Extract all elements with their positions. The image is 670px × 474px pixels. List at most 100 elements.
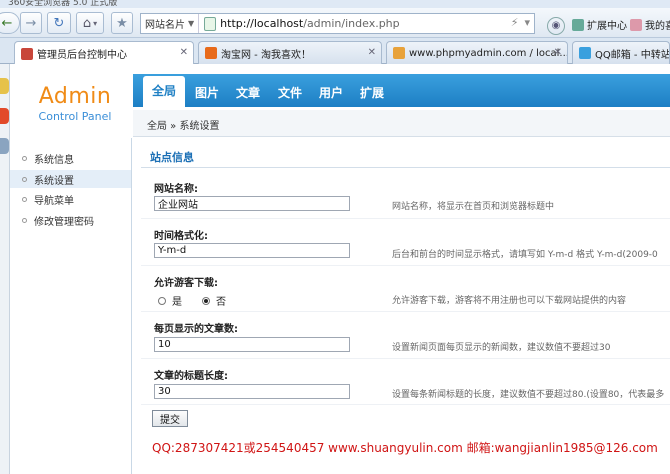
- bullet-icon: [22, 155, 27, 161]
- chevron-down-icon: ▼: [188, 19, 195, 28]
- sidebar-app-icon[interactable]: [0, 138, 9, 154]
- page-icon: [204, 16, 217, 31]
- tab-qqmail[interactable]: QQ邮箱 - 中转站: [572, 41, 670, 64]
- shield-icon: ◉: [551, 20, 561, 31]
- tab-phpmyadmin[interactable]: www.phpmyadmin.com / local... ✕: [386, 41, 568, 64]
- favorite-button[interactable]: ★: [111, 12, 133, 34]
- sidebar-item-label: 系统设置: [34, 175, 74, 187]
- refresh-icon: ↻: [53, 15, 65, 31]
- site-card-label: 网站名片: [145, 20, 185, 31]
- sidebar-item-change-password[interactable]: 修改管理密码: [10, 211, 131, 229]
- taobao-favicon: [205, 47, 217, 59]
- time-format-hint: 后台和前台的时间显示格式，请填写如 Y-m-d 格式 Y-m-d(2009-0: [392, 250, 658, 260]
- site-name-label: 网站名称:: [154, 184, 198, 195]
- my-favorites-label: 我的喜欢: [645, 21, 670, 32]
- close-icon[interactable]: ✕: [180, 47, 188, 58]
- refresh-button[interactable]: ↻: [47, 12, 71, 34]
- close-icon[interactable]: ✕: [554, 47, 562, 58]
- site-card-dropdown[interactable]: 网站名片 ▼: [141, 14, 200, 33]
- breadcrumb-text: 全局 » 系统设置: [147, 121, 220, 132]
- sidebar-item-nav-menu[interactable]: 导航菜单: [10, 190, 131, 208]
- forward-arrow-icon: →: [25, 15, 37, 31]
- admin-nav: 全局 图片 文章 文件 用户 扩展: [133, 74, 670, 107]
- title-length-label: 文章的标题长度:: [154, 371, 228, 382]
- allow-guest-radio-group: 是 否: [158, 293, 226, 308]
- tab-label: 管理员后台控制中心: [37, 50, 127, 61]
- divider: [141, 404, 670, 405]
- admin-sidebar: 系统信息 系统设置 导航菜单 修改管理密码: [10, 138, 132, 474]
- nav-extensions[interactable]: 扩展: [360, 84, 384, 101]
- logo-subtitle: Control Panel: [38, 110, 112, 123]
- title-length-hint: 设置每条新闻标题的长度，建议数值不要超过80.(设置80，代表最多: [392, 390, 665, 400]
- sidebar-item-label: 修改管理密码: [34, 216, 94, 228]
- sidebar-app-icon[interactable]: [0, 108, 9, 124]
- tab-taobao[interactable]: 淘宝网 - 淘我喜欢！ ✕: [198, 41, 382, 64]
- window-title: 360安全浏览器 5.0 正式版: [8, 0, 118, 8]
- lightning-icon[interactable]: ⚡: [511, 16, 519, 29]
- breadcrumb: 全局 » 系统设置: [133, 110, 670, 137]
- section-title: 站点信息: [150, 151, 194, 164]
- close-icon[interactable]: ✕: [368, 47, 376, 58]
- home-button[interactable]: ⌂ ▾: [76, 12, 104, 34]
- divider: [141, 265, 670, 266]
- admin-header: Admin Control Panel 全局 图片 文章 文件 用户 扩展 全局…: [10, 64, 670, 138]
- address-bar[interactable]: 网站名片 ▼ http://localhost/admin/index.php ⚡…: [140, 13, 535, 34]
- sidebar-item-system-info[interactable]: 系统信息: [10, 149, 131, 167]
- per-page-input[interactable]: [154, 337, 350, 352]
- browser-side-rail: [0, 64, 10, 474]
- heart-icon: [630, 18, 642, 31]
- bullet-icon: [22, 217, 27, 223]
- tab-label: www.phpmyadmin.com / local...: [409, 47, 568, 59]
- sidebar-item-system-settings[interactable]: 系统设置: [10, 170, 131, 188]
- tab-bar: 管理员后台控制中心 ✕ 淘宝网 - 淘我喜欢！ ✕ www.phpmyadmin…: [0, 38, 670, 65]
- extension-center-label: 扩展中心: [587, 21, 627, 32]
- guest-no-radio[interactable]: [202, 296, 210, 305]
- nav-users[interactable]: 用户: [319, 84, 343, 101]
- time-format-label: 时间格式化:: [154, 231, 208, 242]
- site-name-hint: 网站名称，将显示在首页和浏览器标题中: [392, 202, 555, 212]
- chevron-down-icon: ▾: [93, 18, 98, 28]
- extension-center-button[interactable]: 扩展中心: [572, 17, 627, 32]
- allow-guest-label: 允许游客下载:: [154, 278, 218, 289]
- settings-panel: 站点信息 网站名称: 网站名称，将显示在首页和浏览器标题中 时间格式化: 后台和…: [133, 138, 670, 474]
- per-page-label: 每页显示的文章数:: [154, 324, 238, 335]
- time-format-input[interactable]: [154, 243, 350, 258]
- extension-icon: [572, 18, 584, 31]
- per-page-hint: 设置新闻页面每页显示的新闻数，建议数值不要超过30: [392, 343, 611, 353]
- guest-yes-radio[interactable]: [158, 296, 166, 305]
- guest-no-label: 否: [216, 297, 226, 308]
- bullet-icon: [22, 196, 27, 202]
- nav-global[interactable]: 全局: [143, 76, 186, 107]
- allow-guest-hint: 允许游客下载，游客将不用注册也可以下载网站提供的内容: [392, 296, 627, 306]
- site-name-input[interactable]: [154, 196, 350, 211]
- contact-footer: QQ:287307421或254540457 www.shuangyulin.c…: [152, 441, 658, 455]
- sidebar-item-label: 导航菜单: [34, 195, 74, 207]
- security-shield-button[interactable]: ◉: [547, 17, 565, 35]
- back-button[interactable]: ←: [0, 12, 20, 34]
- qqmail-favicon: [579, 47, 591, 59]
- admin-logo: Admin Control Panel: [20, 84, 130, 123]
- chevron-down-icon[interactable]: ▾: [524, 16, 530, 29]
- url-text[interactable]: http://localhost/admin/index.php: [220, 17, 399, 30]
- sidebar-item-label: 系统信息: [34, 154, 74, 166]
- forward-button[interactable]: →: [20, 12, 42, 34]
- star-icon: ★: [116, 15, 128, 31]
- url-path: /admin/index.php: [303, 17, 400, 30]
- sidebar-app-icon[interactable]: [0, 78, 9, 94]
- divider: [141, 358, 670, 359]
- nav-images[interactable]: 图片: [195, 84, 219, 101]
- nav-files[interactable]: 文件: [278, 84, 302, 101]
- divider: [141, 167, 670, 168]
- guest-yes-label: 是: [172, 297, 182, 308]
- phpmyadmin-favicon: [393, 47, 405, 59]
- title-length-input[interactable]: [154, 384, 350, 399]
- bullet-icon: [22, 176, 27, 182]
- back-arrow-icon: ←: [1, 15, 13, 31]
- window-title-bar: 360安全浏览器 5.0 正式版: [0, 0, 670, 8]
- my-favorites-button[interactable]: 我的喜欢: [630, 17, 670, 32]
- submit-button[interactable]: 提交: [152, 410, 188, 427]
- url-host: http://localhost: [220, 17, 304, 30]
- home-icon: ⌂: [82, 15, 92, 31]
- nav-articles[interactable]: 文章: [236, 84, 260, 101]
- tab-admin-control[interactable]: 管理员后台控制中心 ✕: [14, 41, 194, 65]
